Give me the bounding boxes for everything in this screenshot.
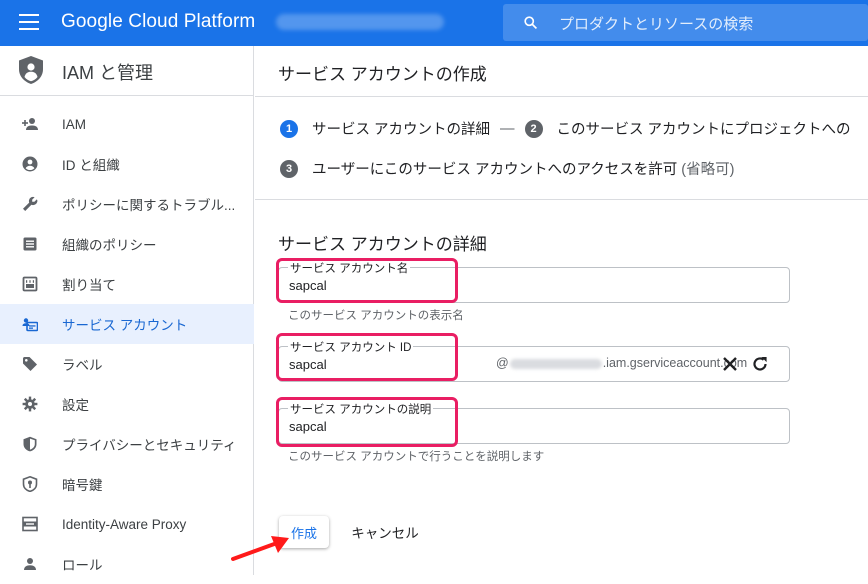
sidebar-item-label: 設定 [62, 398, 89, 413]
sidebar-item-label: ID と組織 [62, 158, 120, 173]
section-title: サービス アカウントの詳細 [278, 235, 487, 254]
at-sign: @ [496, 356, 509, 370]
refresh-icon[interactable] [750, 354, 770, 374]
account-circle-icon [22, 156, 38, 172]
sidebar-item-label: プライバシーとセキュリティ [62, 438, 237, 453]
sidebar-item-settings[interactable]: 設定 [0, 384, 254, 424]
project-id-redacted [509, 358, 602, 369]
iam-shield-icon [19, 56, 43, 84]
sidebar-header: IAM と管理 [0, 46, 253, 96]
sidebar-item-label: IAM [62, 116, 87, 132]
brand-title[interactable]: Google Cloud Platform [61, 11, 255, 33]
sidebar-item-label: ポリシーに関するトラブル... [62, 198, 236, 213]
sidebar-item-policy-troubleshooter[interactable]: ポリシーに関するトラブル... [0, 184, 254, 224]
sidebar-item-roles[interactable]: ロール [0, 544, 254, 584]
sidebar-item-label: ラベル [62, 358, 103, 373]
email-domain-suffix: @ .iam.gserviceaccount.com [496, 356, 747, 370]
shield-icon [23, 436, 37, 452]
step-optional-label: (省略可) [681, 162, 735, 178]
step-label[interactable]: ユーザーにこのサービス アカウントへのアクセスを許可 [312, 158, 677, 179]
step-label[interactable]: サービス アカウントの詳細 [312, 118, 490, 139]
sidebar: IAM と管理 IAM ID と組織 ポリシーに関するトラブル... 組織のポリ… [0, 46, 254, 575]
annotation-arrow-icon [231, 536, 289, 561]
sidebar-item-identity-aware-proxy[interactable]: Identity-Aware Proxy [0, 504, 254, 544]
step-number: 2 [524, 119, 543, 138]
page-title: サービス アカウントの作成 [278, 65, 487, 84]
menu-icon[interactable] [19, 14, 39, 32]
field-helper-text: このサービス アカウントの表示名 [288, 310, 464, 322]
project-selector-redacted[interactable] [276, 14, 444, 30]
sidebar-item-service-accounts[interactable]: サービス アカウント [0, 304, 254, 344]
person-add-icon [22, 118, 38, 130]
sidebar-item-org-policies[interactable]: 組織のポリシー [0, 224, 254, 264]
step-label[interactable]: このサービス アカウントにプロジェクトへの [557, 118, 851, 139]
key-shield-icon [22, 476, 38, 492]
search-bar[interactable]: プロダクトとリソースの検索 [503, 4, 868, 41]
stepper-row-1: 1 サービス アカウントの詳細 — 2 このサービス アカウントにプロジェクトへ… [280, 118, 851, 139]
divider [255, 199, 868, 200]
wrench-icon [23, 196, 38, 211]
step-number: 3 [280, 159, 298, 178]
sidebar-item-labels[interactable]: ラベル [0, 344, 254, 384]
cancel-button[interactable]: キャンセル [345, 516, 425, 548]
close-icon[interactable] [720, 354, 740, 374]
field-helper-text: このサービス アカウントで行うことを説明します [288, 451, 545, 463]
annotation-highlight [276, 258, 458, 303]
sidebar-item-label: 組織のポリシー [62, 238, 157, 253]
step-number: 1 [280, 119, 298, 138]
roles-icon [24, 558, 36, 570]
list-alt-icon [23, 237, 37, 251]
label-icon [23, 357, 37, 371]
sidebar-item-label: 暗号鍵 [62, 478, 103, 493]
sidebar-item-label: 割り当て [62, 278, 116, 293]
main-content: サービス アカウントの作成 1 サービス アカウントの詳細 — 2 このサービス… [255, 46, 868, 575]
top-app-bar: Google Cloud Platform プロダクトとリソースの検索 [0, 0, 868, 46]
sidebar-title: IAM と管理 [62, 63, 154, 83]
proxy-icon [22, 516, 38, 532]
search-icon [524, 16, 538, 30]
gear-icon [22, 396, 38, 412]
service-account-icon [22, 318, 38, 332]
sidebar-item-quotas[interactable]: 割り当て [0, 264, 254, 304]
sidebar-item-iam[interactable]: IAM [0, 104, 254, 144]
annotation-highlight [276, 333, 458, 381]
quota-icon [22, 276, 38, 292]
sidebar-item-identity[interactable]: ID と組織 [0, 144, 254, 184]
divider [255, 96, 868, 97]
sidebar-item-label: Identity-Aware Proxy [62, 516, 187, 532]
sidebar-item-privacy-security[interactable]: プライバシーとセキュリティ [0, 424, 254, 464]
annotation-highlight [276, 397, 458, 447]
search-input[interactable]: プロダクトとリソースの検索 [559, 13, 753, 34]
step-separator: — [500, 120, 515, 137]
sidebar-item-crypto-keys[interactable]: 暗号鍵 [0, 464, 254, 504]
sidebar-item-label: サービス アカウント [62, 318, 188, 333]
stepper-row-2: 3 ユーザーにこのサービス アカウントへのアクセスを許可 (省略可) [280, 158, 734, 179]
sidebar-item-label: ロール [62, 558, 103, 573]
